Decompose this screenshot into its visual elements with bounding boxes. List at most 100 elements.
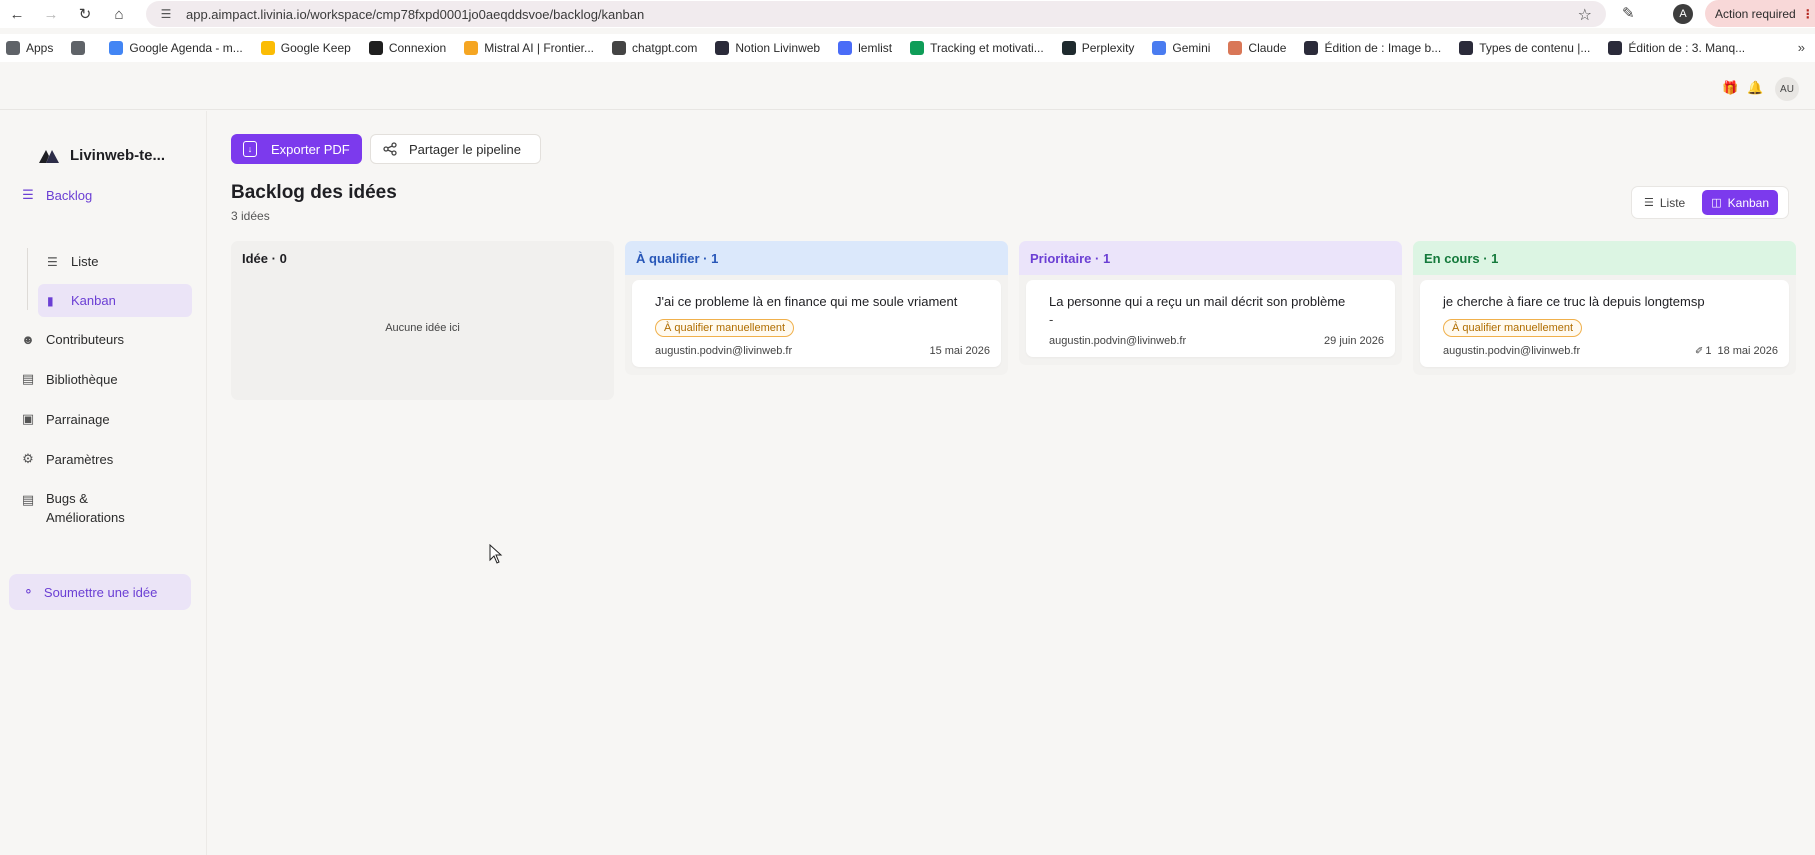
export-pdf-button[interactable]: ↓ Exporter PDF <box>231 134 362 164</box>
bookmark-label: Édition de : 3. Manq... <box>1628 41 1746 55</box>
sidebar-item-kanban[interactable]: ▮ Kanban <box>38 284 192 317</box>
address-bar[interactable]: ☰ app.aimpact.livinia.io/workspace/cmp78… <box>146 1 1606 27</box>
sidebar-item-backlog[interactable]: ☰ Backlog <box>20 180 92 210</box>
sidebar: Livinweb-te... ☰ Backlog ☰ Liste ▮ Kanba… <box>0 111 207 855</box>
site-icon <box>1459 41 1474 55</box>
sidebar-item-liste[interactable]: ☰ Liste <box>38 245 192 278</box>
idea-date: 15 mai 2026 <box>929 345 990 357</box>
lemlist-icon <box>838 41 853 55</box>
file-download-icon: ↓ <box>243 141 257 157</box>
more-bookmarks-icon[interactable]: » <box>1798 40 1805 55</box>
back-arrow-icon[interactable]: ← <box>0 0 34 28</box>
sidebar-item-label: Bibliothèque <box>46 371 118 387</box>
bookmark-item[interactable] <box>71 41 91 55</box>
bookmark-item[interactable]: chatgpt.com <box>612 41 697 55</box>
idea-card[interactable]: je cherche à fiare ce truc là depuis lon… <box>1420 280 1789 367</box>
column-body: La personne qui a reçu un mail décrit so… <box>1019 275 1402 365</box>
view-kanban-button[interactable]: ◫ Kanban <box>1702 190 1779 215</box>
idea-author: augustin.podvin@livinweb.fr <box>1049 335 1187 347</box>
bookmark-label: chatgpt.com <box>632 41 698 55</box>
bell-icon[interactable]: 🔔 <box>1747 80 1763 96</box>
kanban-column: Idée · 0 Aucune idée ici <box>231 241 614 400</box>
paperclip-icon: ✐ <box>1694 345 1704 357</box>
gift-icon[interactable]: 🎁 <box>1722 80 1738 96</box>
bookmark-label: Types de contenu |... <box>1479 41 1591 55</box>
bookmark-item[interactable]: Mistral AI | Frontier... <box>464 41 594 55</box>
sheets-icon <box>910 41 925 55</box>
bookmark-item[interactable]: Google Agenda - m... <box>109 41 243 55</box>
site-icon <box>1304 41 1319 55</box>
bookmark-label: Perplexity <box>1081 41 1135 55</box>
claude-icon <box>1228 41 1243 55</box>
bookmark-label: Apps <box>26 41 54 55</box>
bookmark-star-icon[interactable]: ☆ <box>1578 5 1592 25</box>
users-icon: ☻ <box>21 331 35 347</box>
home-icon[interactable]: ⌂ <box>102 0 136 28</box>
column-title: En cours · 1 <box>1413 241 1796 275</box>
view-liste-button[interactable]: ☰ Liste <box>1635 190 1694 215</box>
reload-icon[interactable]: ↻ <box>68 0 102 28</box>
more-vertical-icon: ⋮ <box>1801 6 1814 21</box>
status-badge: À qualifier manuellement <box>655 319 795 337</box>
idea-card[interactable]: J'ai ce probleme là en finance qui me so… <box>632 280 1001 367</box>
bookmark-item[interactable]: Claude <box>1228 41 1286 55</box>
bookmark-item[interactable]: Édition de : 3. Manq... <box>1608 41 1745 55</box>
idea-title: je cherche à fiare ce truc là depuis lon… <box>1443 294 1705 309</box>
submit-idea-button[interactable]: ⚬ Soumettre une idée <box>9 574 191 610</box>
empty-column-message: Aucune idée ici <box>385 321 460 334</box>
export-pdf-label: Exporter PDF <box>271 141 350 157</box>
sidebar-item-parrainage[interactable]: ▣ Parrainage <box>20 404 110 434</box>
share-pipeline-button[interactable]: Partager le pipeline <box>370 134 541 164</box>
bookmark-item[interactable]: Types de contenu |... <box>1459 41 1590 55</box>
column-body: Aucune idée ici <box>231 275 614 400</box>
grid-icon <box>71 41 86 55</box>
browser-toolbar: ← → ↻ ⌂ ☰ app.aimpact.livinia.io/workspa… <box>0 0 1815 28</box>
idea-meta-right: ✐ 1 18 mai 2026 <box>1695 345 1778 357</box>
bookmark-item[interactable]: Tracking et motivati... <box>910 41 1044 55</box>
bookmark-item[interactable]: Connexion <box>368 41 447 55</box>
view-liste-label: Liste <box>1659 195 1686 210</box>
bookmark-item[interactable]: Édition de : Image b... <box>1304 41 1441 55</box>
idea-title: La personne qui a reçu un mail décrit so… <box>1049 294 1346 309</box>
idea-meta: augustin.podvin@livinweb.fr 29 juin 2026 <box>1049 335 1384 347</box>
gift-icon: ▣ <box>21 411 35 426</box>
forward-arrow-icon[interactable]: → <box>34 0 68 28</box>
idea-title: J'ai ce probleme là en finance qui me so… <box>655 294 958 309</box>
share-icon <box>383 142 397 156</box>
submenu-rail <box>27 248 28 310</box>
url-text[interactable]: app.aimpact.livinia.io/workspace/cmp78fx… <box>186 7 644 22</box>
sidebar-item-bibliotheque[interactable]: ▤ Bibliothèque <box>20 364 118 394</box>
extensions-icon[interactable]: ✎ <box>1622 4 1635 22</box>
list-icon: ☰ <box>47 254 58 269</box>
bookmark-item[interactable]: Notion Livinweb <box>715 41 820 55</box>
idea-date: 29 juin 2026 <box>1324 335 1384 347</box>
sidebar-item-parametres[interactable]: ⚙ Paramètres <box>20 444 113 474</box>
bookmark-item[interactable]: Google Keep <box>260 41 351 55</box>
sidebar-item-bugs[interactable]: ▤ Bugs & Améliorations <box>20 489 125 533</box>
user-avatar[interactable]: AU <box>1775 77 1799 101</box>
action-required-label: Action required <box>1715 6 1796 21</box>
idea-meta-right: 15 mai 2026 <box>929 345 990 357</box>
bookmark-label: Mistral AI | Frontier... <box>484 41 595 55</box>
sidebar-item-label: Améliorations <box>46 510 125 525</box>
action-required-button[interactable]: Action required ⋮ <box>1705 0 1815 27</box>
brand-logo-icon <box>39 149 59 163</box>
bookmark-label: Google Keep <box>280 41 351 55</box>
list-icon: ☰ <box>1644 197 1654 209</box>
bookmark-item[interactable]: Gemini <box>1152 41 1210 55</box>
bookmark-label: Connexion <box>388 41 447 55</box>
profile-avatar[interactable]: A <box>1673 4 1693 24</box>
idea-card[interactable]: La personne qui a reçu un mail décrit so… <box>1026 280 1395 357</box>
bookmark-item[interactable]: Perplexity <box>1061 41 1135 55</box>
sidebar-item-label: Contributeurs <box>46 331 125 347</box>
app-header: 🎁 🔔 AU <box>0 68 1815 110</box>
column-title: À qualifier · 1 <box>625 241 1008 275</box>
backlog-icon: ☰ <box>22 187 34 202</box>
workspace-brand[interactable]: Livinweb-te... <box>38 147 165 164</box>
sidebar-item-contributeurs[interactable]: ☻ Contributeurs <box>20 324 124 354</box>
bookmarks-bar: Apps Google Agenda - m... Google Keep Conne… <box>0 34 1815 62</box>
column-body: je cherche à fiare ce truc là depuis lon… <box>1413 275 1796 375</box>
site-settings-icon[interactable]: ☰ <box>158 6 174 22</box>
bookmark-item[interactable]: lemlist <box>838 41 892 55</box>
bookmark-item[interactable]: Apps <box>6 41 53 55</box>
